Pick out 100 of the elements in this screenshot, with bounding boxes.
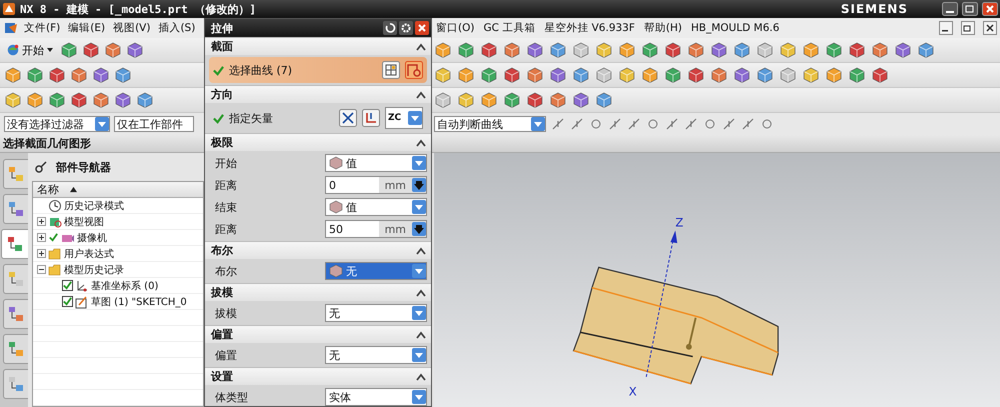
cube-icon[interactable] bbox=[526, 66, 544, 84]
expand-toggle[interactable] bbox=[37, 265, 46, 274]
menu-item[interactable]: GC 工具箱 bbox=[481, 21, 538, 35]
close-button[interactable] bbox=[415, 21, 429, 35]
cube-icon[interactable] bbox=[871, 66, 889, 84]
option-dropdown[interactable]: 实体 bbox=[325, 388, 427, 406]
cube-icon[interactable] bbox=[756, 41, 774, 59]
cube-icon[interactable] bbox=[48, 66, 66, 84]
cube-icon[interactable] bbox=[825, 41, 843, 59]
cube-icon[interactable] bbox=[710, 66, 728, 84]
cube-icon[interactable] bbox=[503, 66, 521, 84]
cube-icon[interactable] bbox=[733, 66, 751, 84]
cube-icon[interactable] bbox=[457, 66, 475, 84]
restore-button[interactable] bbox=[962, 2, 978, 16]
cube-icon[interactable] bbox=[825, 66, 843, 84]
cube-icon[interactable] bbox=[4, 66, 22, 84]
menu-item[interactable]: 插入(S) bbox=[156, 21, 198, 35]
snap-point-icon[interactable] bbox=[589, 117, 603, 131]
snap-point-icon[interactable] bbox=[608, 117, 622, 131]
cube-icon[interactable] bbox=[114, 91, 132, 109]
sketch-section-button[interactable] bbox=[382, 61, 400, 79]
section-header[interactable]: 极限 bbox=[205, 133, 431, 151]
resource-tab[interactable] bbox=[3, 299, 28, 329]
cube-icon[interactable] bbox=[434, 91, 452, 109]
menu-item[interactable]: 星空外挂 V6.933F bbox=[542, 21, 637, 35]
cube-icon[interactable] bbox=[710, 41, 728, 59]
vector-dialog-button[interactable] bbox=[362, 109, 380, 127]
cube-icon[interactable] bbox=[756, 66, 774, 84]
cube-icon[interactable] bbox=[779, 66, 797, 84]
cube-icon[interactable] bbox=[457, 91, 475, 109]
cube-icon[interactable] bbox=[618, 41, 636, 59]
cube-icon[interactable] bbox=[60, 41, 78, 59]
cube-icon[interactable] bbox=[92, 91, 110, 109]
tree-item[interactable]: 模型视图 bbox=[64, 214, 104, 228]
tree-item[interactable]: 模型历史记录 bbox=[64, 262, 124, 276]
cube-icon[interactable] bbox=[136, 91, 154, 109]
settings-button[interactable] bbox=[399, 21, 413, 35]
expand-toggle[interactable] bbox=[37, 217, 46, 226]
option-dropdown[interactable]: 值 bbox=[325, 154, 427, 172]
cube-icon[interactable] bbox=[480, 91, 498, 109]
snap-point-icon[interactable] bbox=[760, 117, 774, 131]
snap-point-icon[interactable] bbox=[570, 117, 584, 131]
cube-icon[interactable] bbox=[618, 66, 636, 84]
tree-item[interactable]: 历史记录模式 bbox=[64, 198, 124, 212]
cube-icon[interactable] bbox=[595, 66, 613, 84]
cube-icon[interactable] bbox=[549, 41, 567, 59]
cube-icon[interactable] bbox=[802, 41, 820, 59]
snap-point-icon[interactable] bbox=[665, 117, 679, 131]
menu-item[interactable]: 窗口(O) bbox=[434, 21, 476, 35]
cube-icon[interactable] bbox=[434, 66, 452, 84]
menu-item[interactable]: HB_MOULD M6.6 bbox=[689, 22, 782, 34]
cube-icon[interactable] bbox=[779, 41, 797, 59]
option-dropdown[interactable]: 无 bbox=[325, 346, 427, 364]
checkbox[interactable] bbox=[62, 280, 73, 291]
pin-icon[interactable] bbox=[34, 160, 48, 174]
cube-icon[interactable] bbox=[480, 41, 498, 59]
column-header[interactable]: 名称 bbox=[33, 182, 203, 198]
cube-icon[interactable] bbox=[114, 66, 132, 84]
menu-item[interactable]: 文件(F) bbox=[22, 21, 62, 35]
cube-icon[interactable] bbox=[664, 41, 682, 59]
cube-icon[interactable] bbox=[549, 91, 567, 109]
snap-point-icon[interactable] bbox=[551, 117, 565, 131]
minimize-button[interactable] bbox=[942, 2, 958, 16]
tree-item[interactable]: 摄像机 bbox=[77, 230, 107, 244]
section-header[interactable]: 布尔 bbox=[205, 241, 431, 259]
cube-icon[interactable] bbox=[848, 41, 866, 59]
minimize-button[interactable] bbox=[939, 21, 953, 35]
expand-toggle[interactable] bbox=[37, 233, 46, 242]
close-button[interactable] bbox=[982, 2, 998, 16]
cube-icon[interactable] bbox=[848, 66, 866, 84]
section-header[interactable]: 偏置 bbox=[205, 325, 431, 343]
menu-item[interactable]: 视图(V) bbox=[111, 21, 152, 35]
curve-rule-dropdown[interactable]: 自动判断曲线 bbox=[434, 116, 546, 132]
tree-item[interactable]: 基准坐标系 (0) bbox=[91, 278, 158, 292]
cube-icon[interactable] bbox=[26, 66, 44, 84]
cube-icon[interactable] bbox=[687, 41, 705, 59]
cube-icon[interactable] bbox=[48, 91, 66, 109]
option-dropdown[interactable]: 值 bbox=[325, 198, 427, 216]
section-header[interactable]: 方向 bbox=[205, 85, 431, 103]
snap-point-icon[interactable] bbox=[722, 117, 736, 131]
section-header[interactable]: 截面 bbox=[205, 37, 431, 55]
vector-dropdown[interactable]: ZC bbox=[385, 107, 423, 129]
cube-icon[interactable] bbox=[733, 41, 751, 59]
expand-toggle[interactable] bbox=[37, 249, 46, 258]
cube-icon[interactable] bbox=[572, 66, 590, 84]
cube-icon[interactable] bbox=[572, 91, 590, 109]
cube-icon[interactable] bbox=[457, 41, 475, 59]
resource-tab[interactable] bbox=[3, 194, 28, 224]
cube-icon[interactable] bbox=[595, 91, 613, 109]
cube-icon[interactable] bbox=[26, 91, 44, 109]
cube-icon[interactable] bbox=[917, 41, 935, 59]
tree-item[interactable]: 草图 (1) "SKETCH_0 bbox=[91, 294, 187, 308]
checkbox[interactable] bbox=[62, 296, 73, 307]
cube-icon[interactable] bbox=[503, 41, 521, 59]
cube-icon[interactable] bbox=[104, 41, 122, 59]
menu-item[interactable]: 编辑(E) bbox=[66, 21, 108, 35]
snap-point-icon[interactable] bbox=[741, 117, 755, 131]
start-button[interactable]: 开始 bbox=[4, 42, 56, 58]
type-filter-dropdown[interactable]: 没有选择过滤器 bbox=[4, 116, 110, 132]
selection-row[interactable]: 选择曲线 (7) bbox=[209, 57, 427, 83]
